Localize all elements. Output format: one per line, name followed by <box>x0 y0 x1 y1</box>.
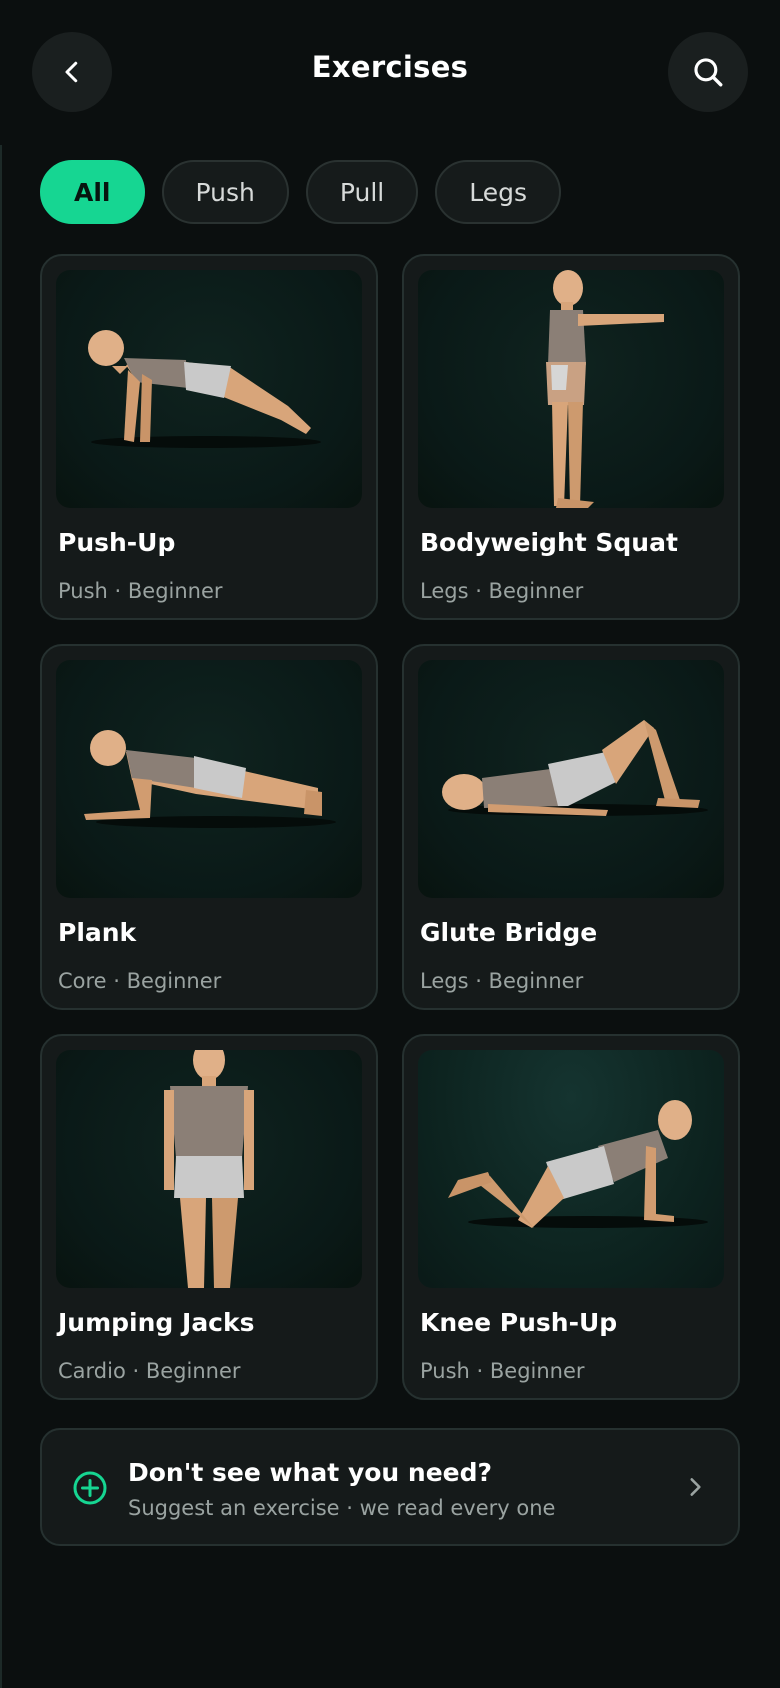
exercise-thumbnail <box>418 660 724 898</box>
exercise-thumbnail <box>56 270 362 508</box>
exercise-thumbnail <box>56 660 362 898</box>
suggest-title: Don't see what you need? <box>128 1458 493 1487</box>
exercise-name: Bodyweight Squat <box>420 528 678 557</box>
exercise-meta: Cardio · Beginner <box>58 1359 241 1383</box>
left-edge-rule <box>0 145 2 1688</box>
exercise-card-knee-push-up[interactable]: Knee Push-Up Push · Beginner <box>402 1034 740 1400</box>
filter-chip-push[interactable]: Push <box>161 160 289 224</box>
exercise-name: Plank <box>58 918 137 947</box>
exercise-meta: Push · Beginner <box>420 1359 585 1383</box>
exercise-name: Push-Up <box>58 528 176 557</box>
exercise-card-glute-bridge[interactable]: Glute Bridge Legs · Beginner <box>402 644 740 1010</box>
exercise-thumbnail <box>418 1050 724 1288</box>
exercise-thumbnail <box>56 1050 362 1288</box>
plus-circle-icon <box>73 1471 107 1505</box>
exercise-meta: Legs · Beginner <box>420 969 584 993</box>
exercise-card-plank[interactable]: Plank Core · Beginner <box>40 644 378 1010</box>
standing-figure <box>164 1050 254 1288</box>
exercise-thumbnail <box>418 270 724 508</box>
suggest-subtitle: Suggest an exercise · we read every one <box>128 1496 556 1520</box>
exercise-name: Jumping Jacks <box>58 1308 255 1337</box>
filter-chip-all[interactable]: All <box>40 160 145 224</box>
search-icon <box>694 58 723 87</box>
exercise-name: Knee Push-Up <box>420 1308 618 1337</box>
exercise-meta: Legs · Beginner <box>420 579 584 603</box>
knee-push-up-figure <box>448 1100 708 1228</box>
plank-figure <box>84 730 336 828</box>
page-title: Exercises <box>311 50 469 84</box>
filter-chip-legs[interactable]: Legs <box>435 160 561 224</box>
filter-chip-pull[interactable]: Pull <box>305 160 419 224</box>
top-bar: Exercises <box>0 0 780 145</box>
exercise-meta: Push · Beginner <box>58 579 223 603</box>
search-button[interactable] <box>668 32 748 112</box>
exercise-card-bodyweight-squat[interactable]: Bodyweight Squat Legs · Beginner <box>402 254 740 620</box>
suggest-exercise-banner[interactable]: Don't see what you need? Suggest an exer… <box>40 1428 740 1546</box>
filter-chip-row: All Push Pull Legs <box>40 160 561 224</box>
chevron-right-icon <box>690 1478 701 1496</box>
exercise-card-push-up[interactable]: Push-Up Push · Beginner <box>40 254 378 620</box>
exercise-meta: Core · Beginner <box>58 969 222 993</box>
glute-bridge-figure <box>442 720 708 816</box>
exercise-name: Glute Bridge <box>420 918 598 947</box>
push-up-figure <box>88 330 321 448</box>
squat-figure <box>546 270 664 508</box>
exercise-card-jumping-jacks[interactable]: Jumping Jacks Cardio · Beginner <box>40 1034 378 1400</box>
